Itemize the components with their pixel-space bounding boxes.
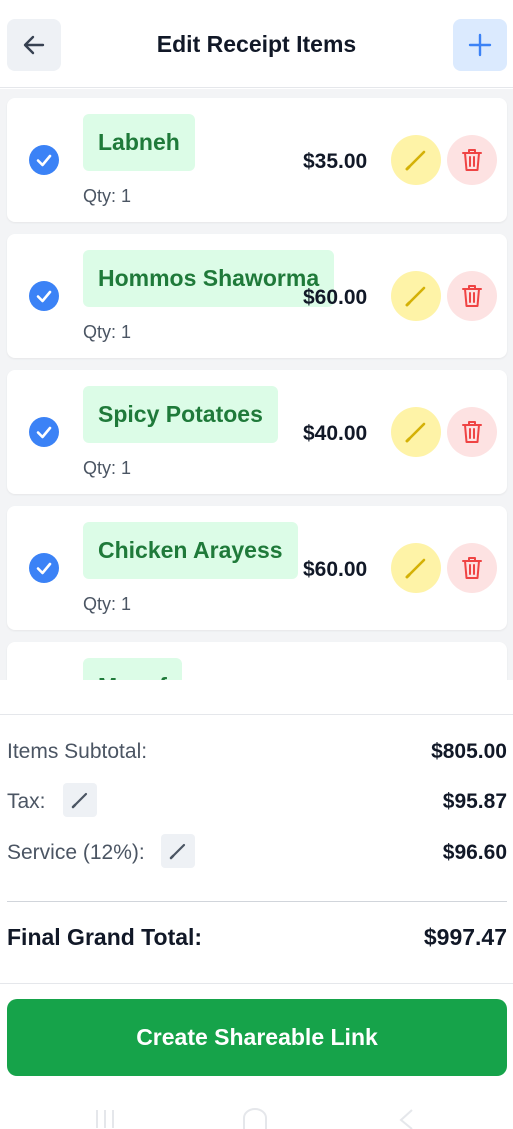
subtotal-label: Items Subtotal: xyxy=(7,740,148,763)
system-nav-bar xyxy=(0,1090,513,1129)
grand-total-label: Final Grand Total: xyxy=(7,924,203,950)
item-checkbox[interactable] xyxy=(29,281,59,311)
grand-total-value: $997.47 xyxy=(423,924,507,950)
item-name: Mnoof xyxy=(83,658,182,680)
nav-back-icon[interactable] xyxy=(396,1108,416,1129)
item-price: $40.00 xyxy=(303,422,368,445)
delete-item-button[interactable] xyxy=(447,543,497,593)
pencil-icon xyxy=(405,286,426,307)
pencil-icon xyxy=(405,558,426,579)
item-card: Chicken Arayess Qty: 1 $60.00 xyxy=(7,506,507,630)
item-name: Labneh xyxy=(83,114,195,171)
item-checkbox[interactable] xyxy=(29,553,59,583)
tax-value: $95.87 xyxy=(442,790,507,813)
trash-icon xyxy=(462,421,482,443)
add-item-button[interactable] xyxy=(453,19,507,71)
totals-summary: Items Subtotal: $805.00 Tax: $95.87 Serv… xyxy=(0,714,513,984)
item-card: Spicy Potatoes Qty: 1 $40.00 xyxy=(7,370,507,494)
pencil-icon xyxy=(169,843,186,860)
item-name: Chicken Arayess xyxy=(83,522,298,579)
item-card: Hommos Shaworma Qty: 1 $60.00 xyxy=(7,234,507,358)
check-icon xyxy=(36,562,52,575)
divider xyxy=(0,983,513,984)
service-label: Service (12%): xyxy=(7,841,145,864)
edit-service-button[interactable] xyxy=(161,834,195,868)
pencil-icon xyxy=(71,792,88,809)
plus-icon xyxy=(468,33,492,57)
edit-item-button[interactable] xyxy=(391,135,441,185)
item-checkbox[interactable] xyxy=(29,417,59,447)
item-card: Mnoof xyxy=(7,642,507,680)
recent-apps-icon[interactable] xyxy=(92,1108,118,1129)
page-title: Edit Receipt Items xyxy=(156,31,357,57)
item-price: $60.00 xyxy=(303,286,368,309)
home-icon[interactable] xyxy=(241,1108,269,1129)
item-name: Spicy Potatoes xyxy=(83,386,278,443)
edit-item-button[interactable] xyxy=(391,271,441,321)
edit-item-button[interactable] xyxy=(391,407,441,457)
item-qty: Qty: 1 xyxy=(83,322,132,342)
item-qty: Qty: 1 xyxy=(83,458,132,478)
check-icon xyxy=(36,290,52,303)
trash-icon xyxy=(462,285,482,307)
check-icon xyxy=(36,426,52,439)
item-card: Labneh Qty: 1 $35.00 xyxy=(7,98,507,222)
check-icon xyxy=(36,154,52,167)
subtotal-value: $805.00 xyxy=(431,740,507,763)
service-value: $96.60 xyxy=(442,841,507,864)
create-shareable-link-button[interactable]: Create Shareable Link xyxy=(7,999,507,1076)
item-price: $35.00 xyxy=(303,150,368,173)
trash-icon xyxy=(462,557,482,579)
pencil-icon xyxy=(405,422,426,443)
app-header: Edit Receipt Items xyxy=(0,0,513,88)
delete-item-button[interactable] xyxy=(447,407,497,457)
divider xyxy=(7,901,507,902)
edit-tax-button[interactable] xyxy=(63,783,97,817)
item-qty: Qty: 1 xyxy=(83,594,132,614)
delete-item-button[interactable] xyxy=(447,271,497,321)
pencil-icon xyxy=(405,150,426,171)
tax-label: Tax: xyxy=(7,790,46,813)
item-checkbox[interactable] xyxy=(29,145,59,175)
item-name: Hommos Shaworma xyxy=(83,250,335,307)
item-qty: Qty: 1 xyxy=(83,186,132,206)
edit-item-button[interactable] xyxy=(391,543,441,593)
receipt-items-list[interactable]: Labneh Qty: 1 $35.00 Hommos Shaworma Qty… xyxy=(0,89,513,680)
trash-icon xyxy=(462,149,482,171)
item-price: $60.00 xyxy=(303,558,368,581)
delete-item-button[interactable] xyxy=(447,135,497,185)
